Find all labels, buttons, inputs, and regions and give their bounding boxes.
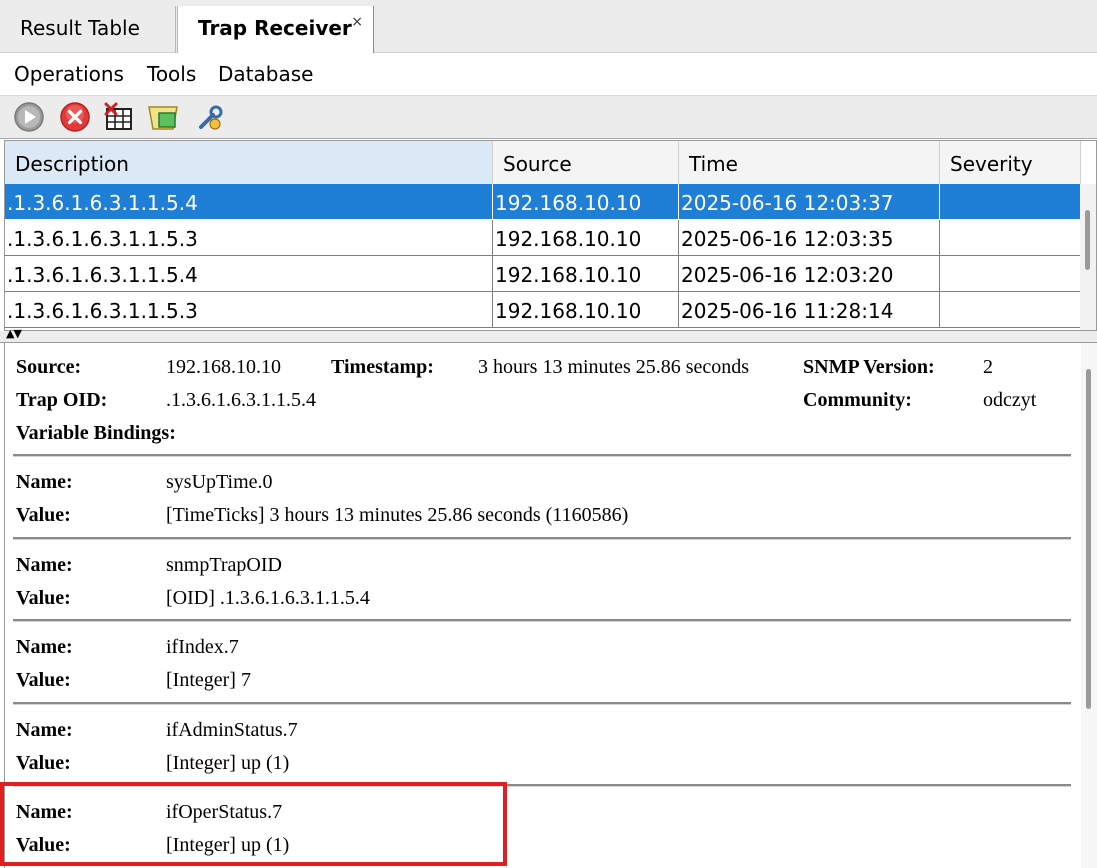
table-scrollbar[interactable] <box>1080 184 1096 330</box>
binding-name-label: Name: <box>16 471 73 493</box>
scrollbar-thumb[interactable] <box>1085 210 1090 270</box>
community-value: odczyt <box>983 389 1037 411</box>
menu-tools[interactable]: Tools <box>147 62 196 86</box>
cell-source: 192.168.10.10 <box>493 256 679 292</box>
cell-severity <box>940 256 1081 292</box>
binding-separator <box>13 619 1071 622</box>
source-label: Source: <box>16 356 82 378</box>
settings-icon[interactable] <box>195 101 227 133</box>
snmp-version-label: SNMP Version: <box>803 356 935 378</box>
scrollbar-thumb[interactable] <box>1086 369 1091 709</box>
close-icon[interactable]: × <box>351 0 363 44</box>
binding-separator <box>13 784 1071 787</box>
timestamp-value: 3 hours 13 minutes 25.86 seconds <box>478 356 750 378</box>
cell-source: 192.168.10.10 <box>493 220 679 256</box>
timestamp-label: Timestamp: <box>331 356 434 378</box>
binding-value-label: Value: <box>16 587 71 609</box>
cell-time: 2025-06-16 11:28:14 <box>679 292 940 328</box>
binding-name-label: Name: <box>16 554 73 576</box>
trap-details-panel: Source: 192.168.10.10 Timestamp: 3 hours… <box>4 343 1097 868</box>
binding-value-label: Value: <box>16 834 71 856</box>
binding-value-label: Value: <box>16 752 71 774</box>
table-row[interactable]: .1.3.6.1.6.3.1.1.5.4 192.168.10.10 2025-… <box>5 184 1081 220</box>
table-row[interactable]: .1.3.6.1.6.3.1.1.5.3 192.168.10.10 2025-… <box>5 220 1081 256</box>
trap-table: Description Source Time Severity .1.3.6.… <box>4 140 1097 331</box>
cell-source: 192.168.10.10 <box>493 184 679 220</box>
table-row[interactable]: .1.3.6.1.6.3.1.1.5.4 192.168.10.10 2025-… <box>5 256 1081 292</box>
binding-value: [Integer] up (1) <box>166 752 290 774</box>
details-scrollbar[interactable] <box>1081 343 1097 868</box>
trap-oid-label: Trap OID: <box>16 389 108 411</box>
binding-name-label: Name: <box>16 719 73 741</box>
column-time[interactable]: Time <box>679 141 940 184</box>
stop-icon[interactable] <box>59 101 91 133</box>
cell-description: .1.3.6.1.6.3.1.1.5.4 <box>5 184 493 220</box>
cell-severity <box>940 184 1081 220</box>
tab-label: Trap Receiver <box>198 16 352 40</box>
binding-value: [TimeTicks] 3 hours 13 minutes 25.86 sec… <box>166 504 629 526</box>
binding-name: ifAdminStatus.7 <box>166 719 298 741</box>
variable-bindings-label: Variable Bindings: <box>16 422 176 444</box>
binding-value-label: Value: <box>16 504 71 526</box>
binding-separator <box>13 702 1071 705</box>
binding-name: snmpTrapOID <box>166 554 282 576</box>
cell-time: 2025-06-16 12:03:37 <box>679 184 940 220</box>
tab-label: Result Table <box>20 16 140 40</box>
binding-name-label: Name: <box>16 636 73 658</box>
cell-description: .1.3.6.1.6.3.1.1.5.3 <box>5 220 493 256</box>
menu-operations[interactable]: Operations <box>14 62 124 86</box>
column-description[interactable]: Description <box>5 141 493 184</box>
binding-separator <box>13 454 1071 457</box>
binding-name: ifOperStatus.7 <box>166 801 283 823</box>
table-header: Description Source Time Severity <box>5 141 1081 184</box>
binding-name-label: Name: <box>16 801 73 823</box>
binding-separator <box>13 537 1071 540</box>
binding-value: [OID] .1.3.6.1.6.3.1.1.5.4 <box>166 587 370 609</box>
toolbar <box>0 96 1097 139</box>
tab-trap-receiver[interactable]: Trap Receiver × <box>177 6 374 53</box>
menu-bar: Operations Tools Database <box>0 53 1097 96</box>
cell-source: 192.168.10.10 <box>493 292 679 328</box>
trap-parser-icon[interactable] <box>147 101 179 133</box>
cell-description: .1.3.6.1.6.3.1.1.5.3 <box>5 292 493 328</box>
tab-result-table[interactable]: Result Table <box>0 6 176 53</box>
split-pane-divider[interactable]: ▲▼ <box>0 327 1097 343</box>
cell-description: .1.3.6.1.6.3.1.1.5.4 <box>5 256 493 292</box>
table-row[interactable]: .1.3.6.1.6.3.1.1.5.3 192.168.10.10 2025-… <box>5 292 1081 328</box>
cell-time: 2025-06-16 12:03:20 <box>679 256 940 292</box>
cell-severity <box>940 292 1081 328</box>
binding-value: [Integer] 7 <box>166 669 251 691</box>
trap-oid-value: .1.3.6.1.6.3.1.1.5.4 <box>166 389 316 411</box>
menu-database[interactable]: Database <box>218 62 313 86</box>
column-severity[interactable]: Severity <box>940 141 1081 184</box>
binding-name: sysUpTime.0 <box>166 471 273 493</box>
collapse-arrows-icon[interactable]: ▲▼ <box>6 327 22 340</box>
column-source[interactable]: Source <box>493 141 679 184</box>
delete-traps-icon[interactable] <box>103 101 135 133</box>
cell-severity <box>940 220 1081 256</box>
snmp-version-value: 2 <box>983 356 993 378</box>
start-icon[interactable] <box>13 101 45 133</box>
source-value: 192.168.10.10 <box>166 356 281 378</box>
tab-bar: Result Table Trap Receiver × <box>0 0 1097 53</box>
cell-time: 2025-06-16 12:03:35 <box>679 220 940 256</box>
binding-value-label: Value: <box>16 669 71 691</box>
community-label: Community: <box>803 389 912 411</box>
binding-value: [Integer] up (1) <box>166 834 290 856</box>
binding-name: ifIndex.7 <box>166 636 239 658</box>
